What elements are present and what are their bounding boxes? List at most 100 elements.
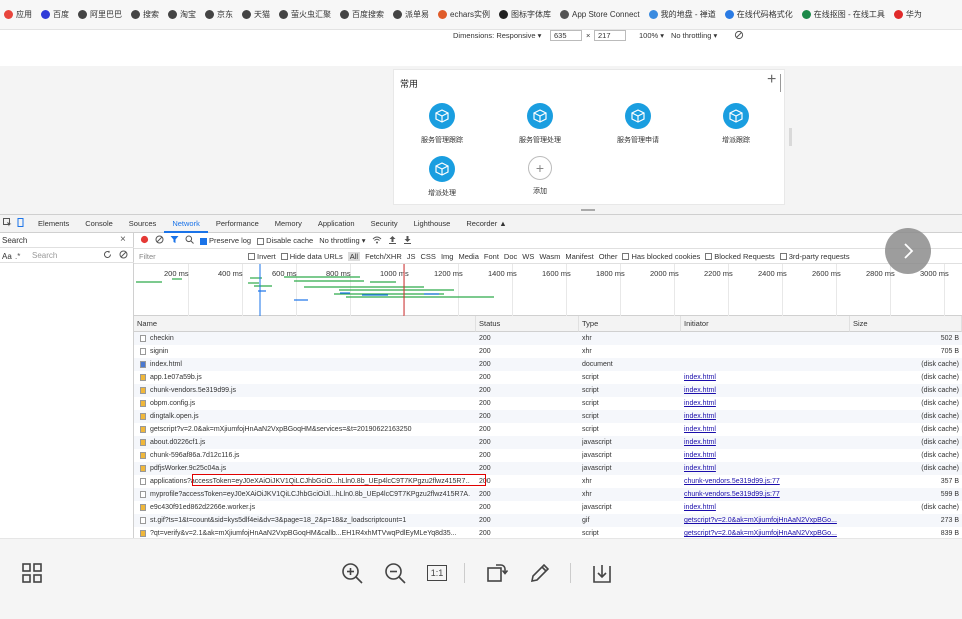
shortcut-app[interactable]: 增派处理 <box>402 156 482 198</box>
card-add-icon[interactable]: + <box>767 71 776 89</box>
tab-performance[interactable]: Performance <box>208 215 267 233</box>
cell-initiator[interactable]: getscript?v=2.0&ak=mXjiumfojHnAaN2VxpBGo… <box>684 514 847 527</box>
bookmark-item[interactable]: 萤火虫汇聚 <box>279 9 331 20</box>
device-mode-icon[interactable] <box>16 218 25 229</box>
shortcut-app[interactable]: 服务管理处理 <box>500 103 580 145</box>
type-filter[interactable]: JS <box>407 252 416 261</box>
bookmark-item[interactable]: 应用 <box>4 9 32 20</box>
table-row[interactable]: app.1e07a59b.js 200 script index.html (disk … <box>134 371 962 384</box>
throttling-select[interactable]: No throttling ▾ <box>319 236 365 245</box>
bookmark-item[interactable]: 阿里巴巴 <box>78 9 122 20</box>
table-row[interactable]: dingtalk.open.js 200 script index.html (disk… <box>134 410 962 423</box>
disable-cache-checkbox[interactable]: Disable cache <box>257 236 313 245</box>
shortcut-app[interactable]: 增派跟踪 <box>696 103 776 145</box>
type-filter[interactable]: Font <box>484 252 499 261</box>
bookmark-item[interactable]: echars实例 <box>438 9 490 20</box>
table-row[interactable]: chunk-596af86a.7d12c116.js 200 javascript i… <box>134 449 962 462</box>
record-icon[interactable] <box>140 235 149 246</box>
table-row[interactable]: getscript?v=2.0&ak=mXjiumfojHnAaN2VxpBGo… <box>134 423 962 436</box>
match-case-toggle[interactable]: Aa <box>2 252 12 261</box>
cell-initiator[interactable]: chunk-vendors.5e319d99.js:77 <box>684 475 847 488</box>
filter-icon[interactable] <box>170 235 179 246</box>
bookmark-item[interactable]: 百度 <box>41 9 69 20</box>
tab-sources[interactable]: Sources <box>121 215 165 233</box>
card-scrollbar[interactable] <box>789 128 792 146</box>
height-input[interactable]: 217 <box>594 30 626 41</box>
tab-recorder[interactable]: Recorder ▲ <box>458 215 514 233</box>
cell-initiator[interactable]: index.html <box>684 384 847 397</box>
filter-input[interactable]: Filter <box>139 252 243 261</box>
type-filter[interactable]: Manifest <box>565 252 593 261</box>
invert-checkbox[interactable]: Invert <box>248 252 276 261</box>
table-row[interactable]: myprofile?accessToken=eyJ0eXAiOiJKV1QiLC… <box>134 488 962 501</box>
tab-elements[interactable]: Elements <box>30 215 77 233</box>
cell-initiator[interactable]: index.html <box>684 371 847 384</box>
rotate-icon[interactable] <box>485 561 509 585</box>
table-row[interactable]: chunk-vendors.5e319d99.js 200 script index.… <box>134 384 962 397</box>
table-row[interactable]: obpm.config.js 200 script index.html (disk c… <box>134 397 962 410</box>
type-filter[interactable]: Media <box>458 252 478 261</box>
type-filter[interactable]: Doc <box>504 252 517 261</box>
cell-initiator[interactable]: index.html <box>684 397 847 410</box>
tab-console[interactable]: Console <box>77 215 121 233</box>
upload-icon[interactable] <box>388 235 397 246</box>
download-har-icon[interactable] <box>403 235 412 246</box>
type-filter[interactable]: WS <box>522 252 534 261</box>
dimensions-select[interactable]: Dimensions: Responsive ▾ <box>453 31 541 40</box>
table-row[interactable]: signin 200 xhr 705 B <box>134 345 962 358</box>
bookmark-item[interactable]: 华为 <box>893 9 922 20</box>
type-filter[interactable]: CSS <box>421 252 436 261</box>
inspect-icon[interactable] <box>3 218 12 229</box>
zoom-select[interactable]: 100% ▾ <box>639 31 664 40</box>
blocked-cookies-checkbox[interactable]: Has blocked cookies <box>622 252 700 261</box>
preserve-log-checkbox[interactable]: Preserve log <box>200 236 251 245</box>
tab-network[interactable]: Network <box>164 215 208 233</box>
bookmark-item[interactable]: 百度搜索 <box>340 9 384 20</box>
add-shortcut-button[interactable]: + 添加 <box>500 156 580 196</box>
blocked-requests-checkbox[interactable]: Blocked Requests <box>705 252 775 261</box>
type-filter[interactable]: Fetch/XHR <box>365 252 402 261</box>
cell-initiator[interactable]: chunk-vendors.5e319d99.js:77 <box>684 488 847 501</box>
shortcut-app[interactable]: 服务管理申请 <box>598 103 678 145</box>
search-icon[interactable] <box>185 235 194 246</box>
table-row[interactable]: checkin 200 xhr 502 B <box>134 332 962 345</box>
shortcut-app[interactable]: 服务管理跟踪 <box>402 103 482 145</box>
column-header-status[interactable]: Status <box>476 316 579 332</box>
type-filter[interactable]: Wasm <box>539 252 560 261</box>
bookmark-item[interactable]: 派单易 <box>393 9 429 20</box>
third-party-checkbox[interactable]: 3rd-party requests <box>779 252 850 261</box>
table-row[interactable]: e9c430f91ed862d2266e.worker.js 200 javascr… <box>134 501 962 514</box>
cell-initiator[interactable]: index.html <box>684 436 847 449</box>
clear-search-icon[interactable] <box>119 250 128 261</box>
download-icon[interactable] <box>590 561 614 585</box>
rotate-device-icon[interactable] <box>734 30 744 42</box>
type-filter[interactable]: Img <box>441 252 454 261</box>
bookmark-item[interactable]: 图标字体库 <box>499 9 551 20</box>
column-header-type[interactable]: Type <box>579 316 681 332</box>
bookmark-item[interactable]: 在线代码格式化 <box>724 9 793 20</box>
column-header-initiator[interactable]: Initiator <box>681 316 850 332</box>
pencil-icon[interactable] <box>528 561 552 585</box>
bookmark-item[interactable]: 搜索 <box>131 9 159 20</box>
cell-initiator[interactable]: index.html <box>684 501 847 514</box>
zoom-out-icon[interactable] <box>383 561 407 585</box>
bookmark-item[interactable]: 我的地盘 - 禅道 <box>648 9 716 20</box>
refresh-icon[interactable] <box>103 250 112 261</box>
regex-toggle[interactable]: .* <box>15 252 20 261</box>
clear-icon[interactable] <box>155 235 164 246</box>
cell-initiator[interactable]: index.html <box>684 462 847 475</box>
zoom-in-icon[interactable] <box>340 561 364 585</box>
resize-handle-bottom[interactable] <box>581 209 595 211</box>
actual-size-button[interactable]: 1:1 <box>425 561 449 585</box>
hide-data-urls-checkbox[interactable]: Hide data URLs <box>280 252 343 261</box>
search-input[interactable]: Search <box>32 251 98 261</box>
bookmark-item[interactable]: App Store Connect <box>560 10 640 19</box>
wifi-icon[interactable] <box>372 235 382 246</box>
bookmark-item[interactable]: 淘宝 <box>168 9 196 20</box>
table-row[interactable]: about.d0226cf1.js 200 javascript index.html… <box>134 436 962 449</box>
column-header-name[interactable]: Name <box>134 316 476 332</box>
next-image-button[interactable] <box>885 228 931 274</box>
table-row[interactable]: st.gif?ts=1&t=count&sid=kys5dlf4ei&dv=3&… <box>134 514 962 527</box>
tab-security[interactable]: Security <box>363 215 406 233</box>
type-filter[interactable]: All <box>347 251 361 261</box>
